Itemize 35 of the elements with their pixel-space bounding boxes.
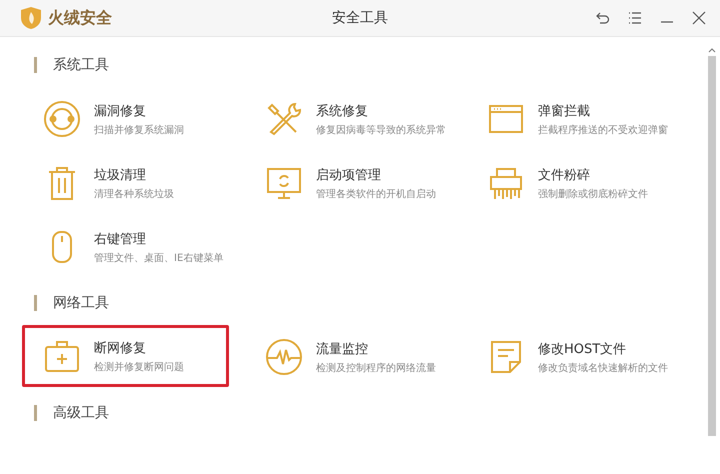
window-title: 安全工具	[332, 9, 388, 27]
scrollbar-thumb[interactable]	[708, 56, 716, 436]
tool-name: 漏洞修复	[94, 102, 147, 120]
tool-name: 系统修复	[316, 102, 369, 120]
section-title: 系统工具	[53, 56, 109, 74]
tool-description: 扫描并修复系统漏洞	[94, 124, 184, 136]
tool-name: 右键管理	[94, 230, 147, 248]
tool-name: 弹窗拦截	[538, 102, 591, 120]
tool-description: 检测及控制程序的网络流量	[316, 362, 436, 374]
circle-target-icon	[42, 99, 82, 139]
tool-description: 管理各类软件的开机自启动	[316, 188, 436, 200]
highlighted-tool-item[interactable]: 断网修复 检测并修复断网问题	[22, 325, 229, 387]
tool-description: 拦截程序推送的不受欢迎弹窗	[538, 124, 668, 136]
tool-name: 流量监控	[316, 340, 369, 358]
tool-description: 修复因病毒等导致的系统异常	[316, 124, 446, 136]
tool-item[interactable]: 右键管理 管理文件、桌面、IE右键菜单	[22, 215, 256, 279]
tool-description: 清理各种系统垃圾	[94, 188, 174, 200]
tool-name: 垃圾清理	[94, 166, 147, 184]
close-icon[interactable]	[692, 11, 706, 25]
tool-name: 修改HOST文件	[538, 340, 628, 358]
tool-name: 断网修复	[94, 340, 147, 356]
section-title: 网络工具	[53, 294, 109, 312]
pulse-circle-icon	[264, 337, 304, 377]
tool-description: 修改负责域名快速解析的文件	[538, 362, 668, 374]
tool-name: 文件粉碎	[538, 166, 591, 184]
shield-logo-icon	[20, 6, 42, 30]
menu-icon[interactable]	[628, 11, 642, 25]
scroll-up-icon[interactable]	[708, 47, 716, 53]
section-title: 高级工具	[53, 404, 109, 422]
back-arrow-icon[interactable]	[596, 11, 610, 25]
tool-description: 强制删除或彻底粉碎文件	[538, 188, 648, 200]
tool-description: 检测并修复断网问题	[94, 360, 184, 374]
tool-description: 管理文件、桌面、IE右键菜单	[94, 252, 224, 264]
tool-name: 启动项管理	[316, 166, 382, 184]
app-name: 火绒安全	[48, 8, 112, 28]
